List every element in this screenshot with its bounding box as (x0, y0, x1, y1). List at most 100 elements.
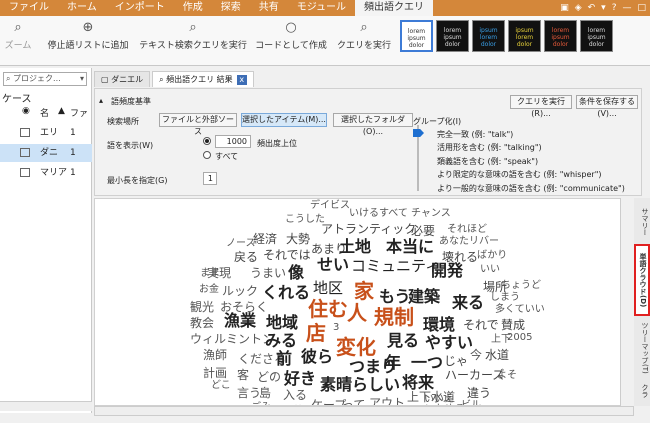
cloud-word[interactable]: 違う (467, 387, 491, 399)
save-icon[interactable]: ◈ (575, 3, 582, 13)
cloud-style-thumb[interactable]: ipsum lorem dolor (508, 20, 541, 52)
tab-daniel[interactable]: ▢ ダニエル (94, 71, 151, 87)
cloud-word[interactable]: 観光 (190, 301, 214, 313)
cloud-word[interactable]: ケープ (311, 399, 346, 405)
selected-folders-button[interactable]: 選択したフォルダ(O)... (333, 113, 413, 136)
run-query-button[interactable]: ⌕ クエリを実行 (336, 19, 392, 63)
zoom-button[interactable]: ⌕ ズーム (3, 19, 33, 63)
cloud-word[interactable]: 経済 (253, 233, 277, 245)
cloud-word[interactable]: 賛成 (501, 319, 525, 331)
case-row[interactable]: ダニ 1 (0, 144, 92, 162)
cloud-word[interactable]: 地区 (313, 281, 343, 296)
cloud-word[interactable]: せい (317, 257, 349, 273)
sort-up-icon[interactable]: ▲ (58, 106, 65, 116)
cloud-word[interactable]: みる (265, 333, 297, 349)
undo-icon[interactable]: ↶ (588, 3, 596, 13)
cloud-style-thumb[interactable]: lorem ipsum dolor (580, 20, 613, 52)
tab-summary[interactable]: サマリー (634, 202, 650, 242)
cloud-word[interactable]: 入る (283, 389, 307, 401)
cloud-word[interactable]: しまう (490, 293, 520, 303)
run-text-search-button[interactable]: ⌕ テキスト検索クエリを実行 (138, 19, 248, 63)
menu-tab-share[interactable]: 共有 (250, 0, 288, 16)
close-icon[interactable]: x (236, 75, 247, 85)
cloud-word[interactable]: 漁業 (224, 313, 256, 329)
help-icon[interactable]: ? (612, 3, 617, 13)
cloud-word[interactable]: 彼ら (301, 349, 333, 365)
cloud-word[interactable]: あなた (439, 237, 469, 247)
run-query-panel-button[interactable]: クエリを実行(R)... (510, 95, 572, 118)
cloud-word[interactable]: 大勢 (286, 233, 310, 245)
case-row[interactable]: マリア 1 (0, 164, 92, 182)
cloud-word[interactable]: 将来 (402, 375, 434, 391)
cloud-word[interactable]: ハーカーズ (445, 369, 504, 381)
cloud-word[interactable]: 言う (237, 387, 261, 399)
cloud-word[interactable]: 教会 (190, 317, 214, 329)
cloud-style-thumb[interactable]: lorem ipsum dolor (400, 20, 433, 52)
cloud-word[interactable]: 年 (385, 355, 401, 371)
cloud-word[interactable]: 戻る (234, 251, 258, 263)
chevron-down-icon[interactable]: ▾ (80, 73, 84, 85)
cloud-word[interactable]: 上下水道 (407, 391, 455, 403)
tab-cluster[interactable]: クラ (634, 380, 650, 402)
tab-word-frequency-results[interactable]: ⌕ 頻出語クエリ 結果 x (152, 71, 254, 87)
cloud-word[interactable]: ウィルミントン (190, 333, 274, 345)
tab-tree-map[interactable]: ツリーマップ(T) (634, 320, 650, 376)
cloud-word[interactable]: 開発 (431, 263, 463, 279)
maximize-icon[interactable]: □ (637, 3, 646, 13)
all-words-radio[interactable] (203, 151, 211, 159)
cloud-word[interactable]: 前 (276, 351, 292, 367)
menu-tab-file[interactable]: ファイル (0, 0, 58, 16)
cloud-word[interactable]: って (342, 399, 365, 405)
cloud-word[interactable]: くれる (262, 285, 310, 301)
minimize-icon[interactable]: — (622, 3, 631, 13)
cloud-word[interactable]: 漁師 (203, 349, 227, 361)
menu-tab-modules[interactable]: モジュール (288, 0, 355, 16)
cloud-style-thumb[interactable]: lorem ipsum dolor (544, 20, 577, 52)
collapse-icon[interactable]: ▴ (99, 96, 103, 105)
cloud-word[interactable]: 住む (308, 299, 348, 319)
cloud-word[interactable]: 店 (306, 323, 326, 343)
cloud-word[interactable]: チャンス (411, 209, 451, 219)
cloud-word[interactable]: ノース (226, 239, 256, 249)
top-frequency-radio[interactable] (203, 137, 211, 145)
cloud-word[interactable]: それで (463, 319, 499, 331)
cloud-word[interactable]: よそ (497, 371, 517, 381)
menu-tab-explore[interactable]: 探索 (212, 0, 250, 16)
cloud-word[interactable]: リバー (469, 237, 499, 247)
cloud-word[interactable]: ルック (222, 285, 258, 297)
dropdown-icon[interactable]: ▾ (601, 3, 606, 13)
case-row[interactable]: エリ 1 (0, 124, 92, 142)
files-and-externals-button[interactable]: ファイルと外部ソース (159, 113, 237, 136)
selected-items-button[interactable]: 選択したアイテム(M)... (241, 113, 327, 127)
cloud-word[interactable]: 土地 (339, 239, 371, 255)
save-criteria-button[interactable]: 条件を保存する(V)... (576, 95, 638, 118)
cloud-word[interactable]: 環境 (423, 317, 455, 333)
cloud-word[interactable]: どの (257, 371, 281, 383)
min-length-input[interactable]: 1 (203, 172, 217, 185)
cloud-word[interactable]: デイビス (310, 201, 350, 211)
menu-tab-home[interactable]: ホーム (58, 0, 106, 16)
cloud-word[interactable]: アトランティック (321, 223, 416, 235)
cloud-word[interactable]: 見る (387, 333, 419, 349)
cloud-word[interactable]: 地域 (266, 315, 298, 331)
cloud-word[interactable]: 好き (284, 371, 316, 387)
cloud-word[interactable]: 2005 (507, 333, 532, 343)
cloud-word[interactable]: 島 (259, 387, 271, 399)
cloud-word[interactable]: 計画 (203, 367, 227, 379)
cloud-word[interactable]: 変化 (336, 337, 376, 357)
cloud-word[interactable]: やすい (425, 335, 473, 351)
cloud-horizontal-scrollbar[interactable] (94, 406, 634, 416)
cloud-word[interactable]: 素晴らしい (320, 377, 400, 393)
cloud-word[interactable]: いい (480, 265, 500, 275)
grouping-slider-thumb[interactable] (413, 129, 424, 137)
cloud-word[interactable]: お金 (199, 285, 219, 295)
cloud-word[interactable]: 規制 (374, 307, 414, 327)
cloud-word[interactable]: 本当に (386, 239, 434, 255)
cloud-word[interactable]: 今 (470, 349, 482, 361)
cloud-word[interactable]: それほど (447, 225, 487, 235)
menu-tab-import[interactable]: インポート (106, 0, 174, 16)
word-count-input[interactable]: 1000 (215, 135, 251, 148)
cloud-vertical-scrollbar[interactable] (620, 198, 634, 406)
cloud-word[interactable]: ばかり (477, 251, 507, 261)
cloud-word[interactable]: じゃ (444, 355, 468, 367)
